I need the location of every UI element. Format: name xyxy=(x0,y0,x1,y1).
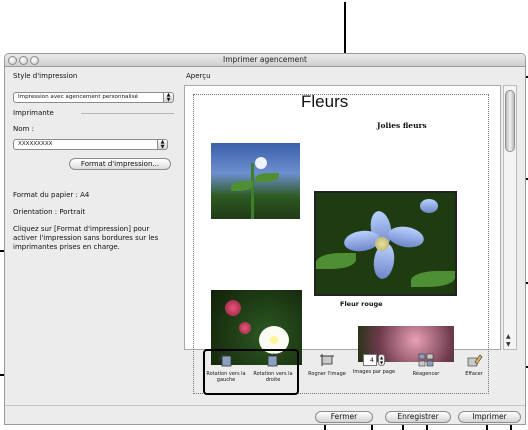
caption-top: Jolies fleurs xyxy=(377,121,427,130)
images-per-page-stepper: 4 ▲ ▼ xyxy=(363,353,385,367)
print-style-value: Impression avec agencement personnalisé xyxy=(18,94,138,100)
images-per-page-label: Images par page xyxy=(352,369,396,375)
printer-name-label: Nom : xyxy=(13,125,34,133)
images-per-page-value[interactable]: 4 xyxy=(363,354,377,366)
close-button[interactable]: Fermer xyxy=(315,411,373,423)
preview-label: Aperçu xyxy=(186,72,211,80)
print-button[interactable]: Imprimer xyxy=(458,411,521,423)
page-title: Fleurs xyxy=(301,92,349,111)
crop-label: Rogner l'image xyxy=(308,371,346,377)
section-divider xyxy=(81,113,174,114)
caption-middle: Fleur rouge xyxy=(340,300,383,308)
clear-label: Effacer xyxy=(465,371,483,377)
scroll-up-arrow-icon[interactable]: ▲ xyxy=(506,334,511,340)
rotation-tools-highlight xyxy=(203,349,299,395)
page-setup-button[interactable]: Format d'impression... xyxy=(69,158,171,170)
preview-area: Fleurs Jolies fleurs Fleur rouge xyxy=(184,85,501,394)
scrollbar-thumb[interactable] xyxy=(505,90,515,152)
crop-icon xyxy=(320,354,334,366)
crop-tool[interactable]: Rogner l'image xyxy=(304,353,350,378)
printer-section-label: Imprimante xyxy=(13,109,54,117)
rearrange-tool[interactable]: Réagencer xyxy=(403,353,449,378)
printer-select[interactable]: XXXXXXXXX ▲ ▼ xyxy=(13,139,168,150)
rearrange-icon xyxy=(418,353,434,367)
chevron-updown-icon: ▲ ▼ xyxy=(157,140,167,149)
orientation-text: Orientation : Portrait xyxy=(13,208,86,216)
window-title: Imprimer agencement xyxy=(223,55,307,64)
rearrange-label: Réagencer xyxy=(412,371,440,377)
footer-divider xyxy=(5,405,525,406)
paper-size-text: Format du papier : A4 xyxy=(13,191,90,199)
scroll-down-arrow-icon[interactable]: ▼ xyxy=(506,342,511,348)
clear-tool[interactable]: Effacer xyxy=(451,353,497,378)
print-style-label: Style d'impression xyxy=(13,72,78,80)
print-style-select[interactable]: Impression avec agencement personnalisé … xyxy=(13,92,174,103)
photo-selected-clematis[interactable] xyxy=(314,191,457,296)
save-button[interactable]: Enregistrer xyxy=(385,411,451,423)
chevron-updown-icon: ▲ ▼ xyxy=(163,93,173,102)
borderless-hint-text: Cliquez sur [Format d'impression] pour a… xyxy=(13,225,159,251)
preview-scrollbar[interactable]: ▲ ▼ xyxy=(503,85,517,350)
images-per-page-tool[interactable]: 4 ▲ ▼ Images par page xyxy=(351,353,397,376)
settings-panel: Style d'impression Impression avec agenc… xyxy=(13,68,178,348)
stepper-arrows-icon[interactable]: ▲ ▼ xyxy=(378,354,385,366)
title-bar: Imprimer agencement xyxy=(5,54,525,67)
eraser-icon xyxy=(467,354,483,367)
photo-top-left[interactable] xyxy=(211,143,300,219)
printer-value: XXXXXXXXX xyxy=(18,141,53,147)
